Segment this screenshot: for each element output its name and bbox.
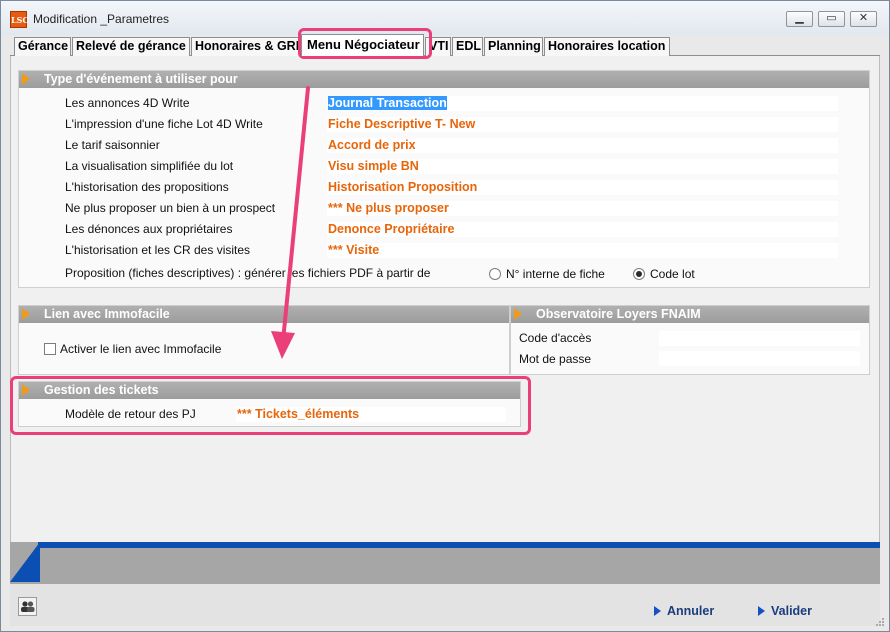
validate-button-label: Valider bbox=[771, 604, 812, 618]
footer-accent-line bbox=[38, 542, 880, 548]
parametres-window: LSC Modification _Parametres ▁ ▭ ✕ Géran… bbox=[0, 0, 890, 632]
users-button[interactable] bbox=[18, 597, 37, 616]
resize-grip-icon[interactable] bbox=[875, 617, 885, 627]
cancel-button[interactable]: Annuler bbox=[654, 604, 714, 618]
users-icon bbox=[21, 601, 35, 612]
footer-actions-bar bbox=[10, 584, 880, 626]
annotation-arrow-icon bbox=[271, 86, 310, 359]
footer-accent-triangle bbox=[10, 542, 40, 582]
cancel-button-label: Annuler bbox=[667, 604, 715, 618]
validate-button[interactable]: Valider bbox=[758, 604, 812, 618]
tab-menu-negociateur[interactable]: Menu Négociateur bbox=[301, 34, 424, 56]
play-arrow-icon bbox=[758, 606, 765, 616]
play-arrow-icon bbox=[654, 606, 661, 616]
footer-band bbox=[10, 542, 880, 584]
